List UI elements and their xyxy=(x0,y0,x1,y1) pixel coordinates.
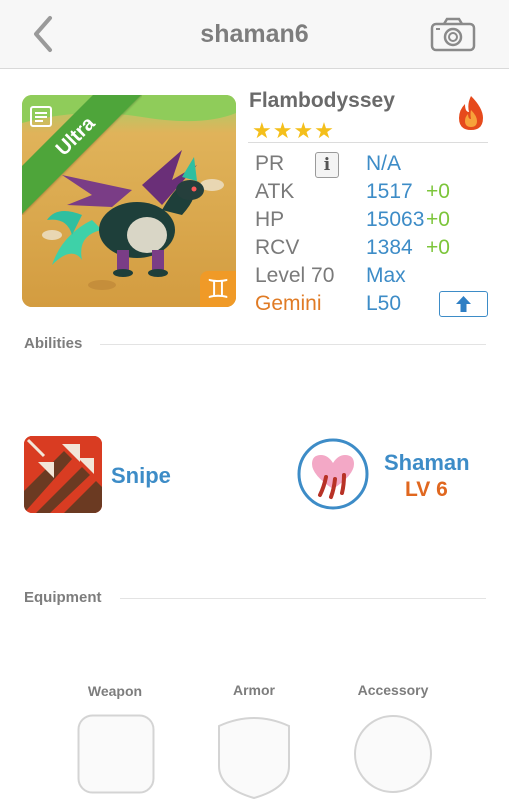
info-icon[interactable]: i xyxy=(315,152,339,178)
arrow-up-icon xyxy=(456,296,471,312)
pr-value: N/A xyxy=(366,152,402,175)
atk-bonus: +0 xyxy=(426,180,450,203)
hp-bonus: +0 xyxy=(426,208,450,231)
dragon-portrait[interactable]: Ultra ♊ xyxy=(22,95,236,307)
fire-icon xyxy=(459,96,483,130)
rarity-ribbon: Ultra xyxy=(22,95,142,215)
snipe-icon[interactable] xyxy=(24,436,102,513)
zodiac-label: Gemini xyxy=(255,292,322,315)
atk-value: 1517 xyxy=(366,180,413,203)
zodiac-level: L50 xyxy=(366,292,402,315)
navigation-bar: shaman6 xyxy=(0,0,509,69)
camera-icon[interactable] xyxy=(430,16,476,52)
level-label: Level 70 xyxy=(255,264,335,287)
armor-label: Armor xyxy=(232,682,275,698)
atk-label: ATK xyxy=(255,180,295,203)
rarity-label: Ultra xyxy=(51,112,100,161)
armor-slot[interactable] xyxy=(215,714,293,800)
star-rating: ★★★★ xyxy=(252,118,335,143)
ability-name-shaman[interactable]: Shaman xyxy=(384,450,470,476)
rcv-bonus: +0 xyxy=(426,236,450,259)
pr-label: PR xyxy=(255,152,285,175)
hp-label: HP xyxy=(255,208,285,231)
upgrade-button[interactable] xyxy=(439,291,488,317)
gemini-icon: ♊ xyxy=(200,271,236,307)
divider xyxy=(100,344,486,345)
divider xyxy=(248,142,488,143)
ability-level: LV 6 xyxy=(405,478,448,501)
ability-name-snipe[interactable]: Snipe xyxy=(111,463,171,489)
accessory-slot[interactable] xyxy=(353,714,433,794)
weapon-label: Weapon xyxy=(87,683,143,699)
calendar-icon xyxy=(30,106,52,127)
weapon-slot[interactable] xyxy=(77,714,155,794)
rcv-value: 1384 xyxy=(366,236,413,259)
divider xyxy=(120,598,486,599)
abilities-title: Abilities xyxy=(24,335,83,352)
dragon-name: Flambodyssey xyxy=(249,89,395,112)
rcv-label: RCV xyxy=(255,236,300,259)
level-value: Max xyxy=(366,264,406,287)
hp-value: 15063 xyxy=(366,208,425,231)
equipment-title: Equipment xyxy=(24,589,102,606)
shaman-heart-icon[interactable] xyxy=(296,437,370,511)
accessory-label: Accessory xyxy=(357,682,429,698)
